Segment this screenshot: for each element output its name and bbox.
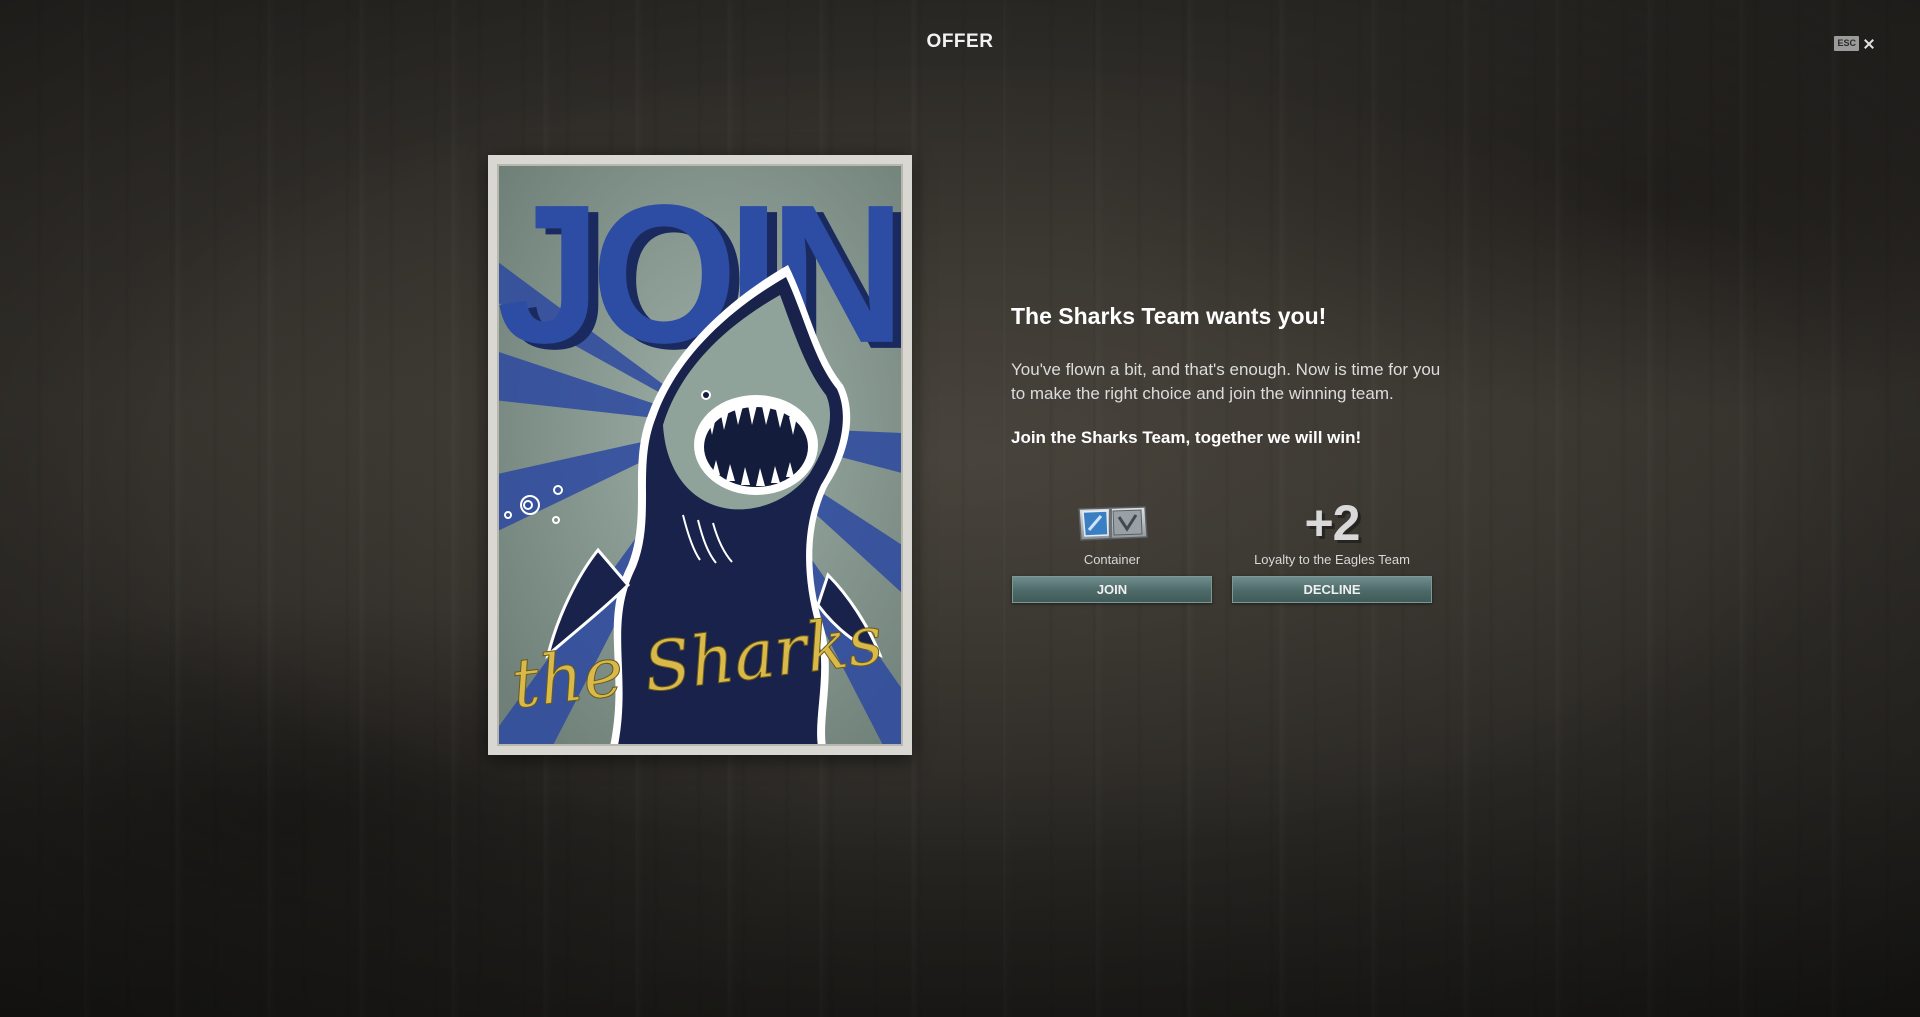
loyalty-value: +2 — [1304, 495, 1360, 551]
decline-choice: +2 Loyalty to the Eagles Team DECLINE — [1232, 490, 1432, 605]
esc-key-badge: ESC — [1834, 36, 1859, 51]
join-button[interactable]: JOIN — [1012, 576, 1212, 603]
offer-title: The Sharks Team wants you! — [1011, 303, 1327, 329]
page-title: OFFER — [926, 31, 994, 52]
sharks-poster: JOIN JOIN the Sharks — [488, 155, 912, 755]
offer-panel: The Sharks Team wants you! You've flown … — [1011, 300, 1441, 603]
close-button[interactable]: ESC — [1834, 36, 1876, 51]
wall-texture — [0, 0, 1920, 1017]
choice-group: Container JOIN +2 Loyalty to the Eagles … — [1011, 490, 1432, 605]
join-choice: Container JOIN — [1012, 490, 1212, 605]
container-icon — [1012, 498, 1212, 548]
offer-call-to-action: Join the Sharks Team, together we will w… — [1011, 428, 1362, 447]
close-icon[interactable] — [1862, 37, 1876, 51]
background-vignette — [0, 0, 1920, 1017]
container-reward-label: Container — [1083, 552, 1141, 567]
decline-button[interactable]: DECLINE — [1232, 576, 1432, 603]
loyalty-reward-label: Loyalty to the Eagles Team — [1254, 552, 1410, 567]
loyalty-reward: +2 — [1232, 498, 1432, 548]
offer-description: You've flown a bit, and that's enough. N… — [1011, 360, 1441, 403]
